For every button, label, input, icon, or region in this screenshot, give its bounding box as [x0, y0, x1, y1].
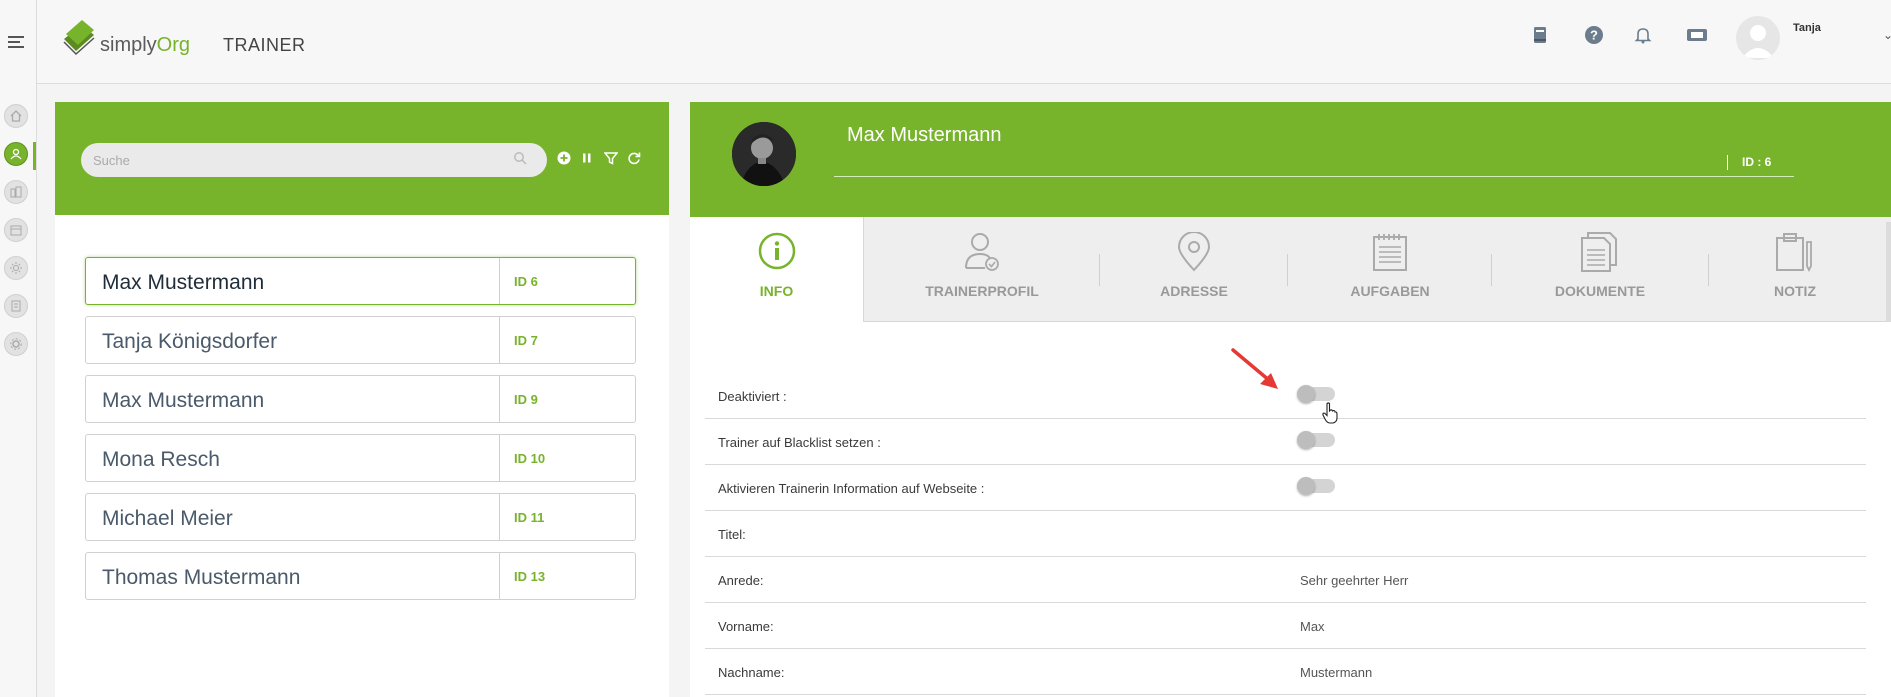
search-input[interactable] [81, 143, 547, 177]
location-pin-icon[interactable] [1175, 231, 1213, 277]
vorname-value: Max [1300, 619, 1325, 634]
info-icon[interactable] [758, 232, 796, 275]
svg-text:?: ? [1590, 28, 1598, 43]
tab-adresse[interactable]: ADRESSE [1100, 283, 1288, 299]
settings-icon[interactable] [4, 332, 28, 356]
notepad-icon[interactable] [1371, 232, 1409, 277]
tab-info-label[interactable]: INFO [690, 283, 863, 299]
add-icon[interactable] [556, 150, 572, 166]
list-item[interactable]: Thomas Mustermann ID 13 [85, 552, 636, 600]
user-name[interactable]: Tanja [1793, 22, 1821, 34]
pause-icon[interactable] [579, 150, 595, 166]
deaktiviert-toggle[interactable] [1297, 385, 1335, 403]
logo-text[interactable]: simplyOrg [100, 34, 190, 57]
page-title: TRAINER [223, 35, 306, 55]
hand-cursor-icon [1322, 402, 1338, 429]
search-icon[interactable] [513, 151, 527, 170]
avatar[interactable] [1736, 16, 1780, 60]
tab-divider [1099, 254, 1100, 286]
pointer-arrow-icon [1230, 347, 1282, 398]
calendar-icon[interactable] [4, 218, 28, 242]
building-icon[interactable] [4, 180, 28, 204]
field-row-vorname: Vorname: Max [705, 603, 1866, 649]
tab-divider [1287, 254, 1288, 286]
active-indicator [33, 142, 36, 170]
field-row-nachname: Nachname: Mustermann [705, 649, 1866, 695]
tab-notiz[interactable]: NOTIZ [1710, 283, 1880, 299]
menu-icon[interactable] [8, 36, 26, 51]
refresh-icon[interactable] [626, 150, 642, 166]
trainer-id: ID : 6 [1742, 155, 1772, 169]
ticket-icon[interactable] [1686, 24, 1708, 46]
nachname-value: Mustermann [1300, 665, 1373, 680]
list-item[interactable]: Michael Meier ID 11 [85, 493, 636, 541]
tab-divider [1708, 254, 1709, 286]
detail-header [690, 102, 1891, 217]
list-item[interactable]: Max Mustermann ID 6 [85, 257, 636, 305]
field-row-blacklist: Trainer auf Blacklist setzen : [705, 419, 1866, 465]
help-icon[interactable]: ? [1583, 24, 1605, 46]
list-item[interactable]: Max Mustermann ID 9 [85, 375, 636, 423]
profile-photo [732, 122, 796, 186]
anrede-value: Sehr geehrter Herr [1300, 573, 1409, 588]
list-item[interactable]: Tanja Königsdorfer ID 7 [85, 316, 636, 364]
chevron-down-icon[interactable]: ⌄ [1883, 28, 1891, 42]
tab-bar [690, 217, 1891, 322]
tab-aufgaben[interactable]: AUFGABEN [1288, 283, 1492, 299]
blacklist-toggle[interactable] [1297, 431, 1335, 449]
field-row-deaktiviert: Deaktiviert : [705, 373, 1866, 419]
tab-trainerprofil[interactable]: TRAINERPROFIL [880, 283, 1084, 299]
tab-divider [1491, 254, 1492, 286]
field-row-webseite: Aktivieren Trainerin Information auf Web… [705, 465, 1866, 511]
bell-icon[interactable] [1632, 24, 1654, 46]
divider [1727, 155, 1728, 170]
sun-icon[interactable] [4, 256, 28, 280]
book-icon[interactable] [1529, 24, 1551, 46]
trainer-profile-icon[interactable] [963, 232, 1001, 277]
webseite-toggle[interactable] [1297, 477, 1335, 495]
field-row-titel: Titel: [705, 511, 1866, 557]
trainer-icon[interactable] [4, 142, 28, 166]
filter-icon[interactable] [603, 150, 619, 166]
home-icon[interactable] [4, 104, 28, 128]
document-icon[interactable] [4, 294, 28, 318]
documents-icon[interactable] [1580, 232, 1618, 277]
divider [834, 176, 1794, 177]
trainer-name: Max Mustermann [847, 124, 1002, 146]
list-item[interactable]: Mona Resch ID 10 [85, 434, 636, 482]
top-bar [37, 0, 1891, 84]
clipboard-pen-icon[interactable] [1775, 232, 1813, 277]
tab-dokumente[interactable]: DOKUMENTE [1492, 283, 1708, 299]
field-row-anrede: Anrede: Sehr geehrter Herr [705, 557, 1866, 603]
logo-icon [62, 17, 96, 62]
